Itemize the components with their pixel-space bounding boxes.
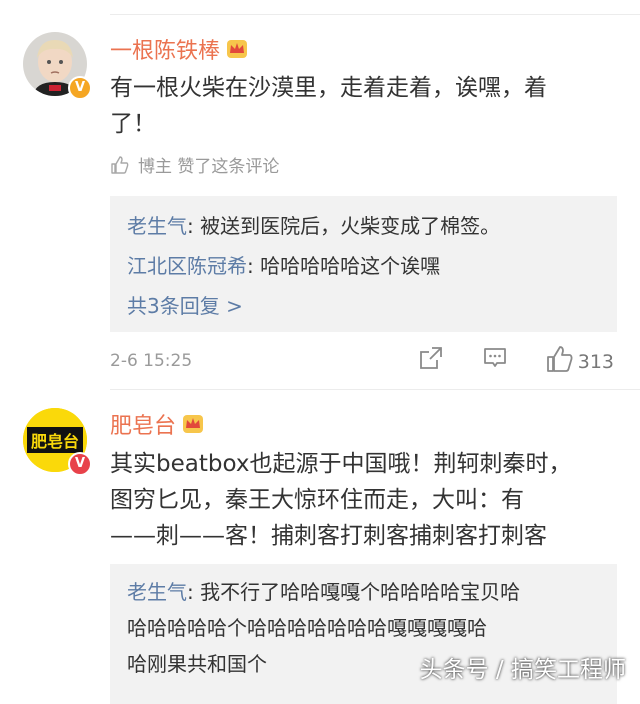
comment-text: 有一根火柴在沙漠里，走着走着，诶嘿，着 了！: [110, 70, 614, 142]
reply-text-continued: 哈哈哈哈哈个哈哈哈哈哈哈哈嘎嘎嘎嘎哈: [127, 616, 487, 640]
reply-item[interactable]: 老生气: 被送到医院后，火柴变成了棉签。: [127, 206, 600, 246]
thumbs-up-icon: [111, 155, 129, 174]
reply-box[interactable]: 老生气: 被送到医院后，火柴变成了棉签。 江北区陈冠希: 哈哈哈哈哈这个诶嘿 共…: [110, 196, 617, 332]
reply-text: 我不行了哈哈嘎嘎个哈哈哈哈宝贝哈: [200, 580, 521, 604]
comment-text-line: 图穷匕见，秦王大惊环住而走，大叫：有: [110, 487, 524, 513]
comment-footer: 2-6 15:25 313: [110, 345, 614, 379]
comment-item: V 一根陈铁棒 有一根火柴在沙漠里，走着走着，诶嘿，着 了！ 博主 赞了这条评论…: [0, 0, 640, 390]
reply-username[interactable]: 老生气: [127, 580, 187, 604]
crown-icon: [183, 415, 204, 433]
like-icon[interactable]: [546, 345, 574, 373]
comment-text-line: ——刺——客！捕刺客打刺客捕刺客打刺客: [110, 523, 547, 549]
verified-badge-icon: V: [68, 76, 92, 100]
reply-item[interactable]: 江北区陈冠希: 哈哈哈哈哈这个诶嘿: [127, 246, 600, 286]
username-text: 一根陈铁棒: [110, 39, 221, 64]
author-liked-note: 博主 赞了这条评论: [110, 152, 279, 177]
reply-text: 哈哈哈哈哈这个诶嘿: [260, 254, 441, 278]
comment-username[interactable]: 一根陈铁棒: [110, 33, 248, 65]
comment-icon[interactable]: [482, 345, 508, 371]
reply-username[interactable]: 江北区陈冠希: [127, 254, 247, 278]
reply-text: 被送到医院后，火柴变成了棉签。: [200, 214, 501, 238]
more-replies-link[interactable]: 共3条回复 >: [127, 286, 600, 326]
comment-username[interactable]: 肥皂台: [110, 408, 204, 440]
like-count: 313: [577, 351, 614, 373]
crown-icon: [227, 40, 248, 58]
comment-text-line: 其实beatbox也起源于中国哦！荆轲刺秦时，: [110, 451, 572, 477]
watermark: 头条号 / 搞笑工程师: [419, 657, 626, 683]
comment-item: 肥皂台 V 肥皂台 其实beatbox也起源于中国哦！荆轲刺秦时， 图穷匕见，秦…: [0, 390, 640, 704]
reply-username[interactable]: 老生气: [127, 214, 187, 238]
comment-text-line: 有一根火柴在沙漠里，走着走着，诶嘿，着: [110, 75, 547, 101]
liked-text: 博主 赞了这条评论: [138, 157, 280, 177]
comment-text: 其实beatbox也起源于中国哦！荆轲刺秦时， 图穷匕见，秦王大惊环住而走，大叫…: [110, 446, 614, 554]
reply-item[interactable]: 老生气: 我不行了哈哈嘎嘎个哈哈哈哈宝贝哈: [127, 574, 600, 610]
username-text: 肥皂台: [110, 414, 177, 439]
verified-badge-icon: V: [68, 452, 92, 476]
avatar-logo-text: 肥皂台: [31, 432, 79, 451]
share-icon[interactable]: [418, 345, 444, 371]
timestamp: 2-6 15:25: [110, 351, 193, 371]
comment-text-line: 了！: [110, 111, 156, 137]
